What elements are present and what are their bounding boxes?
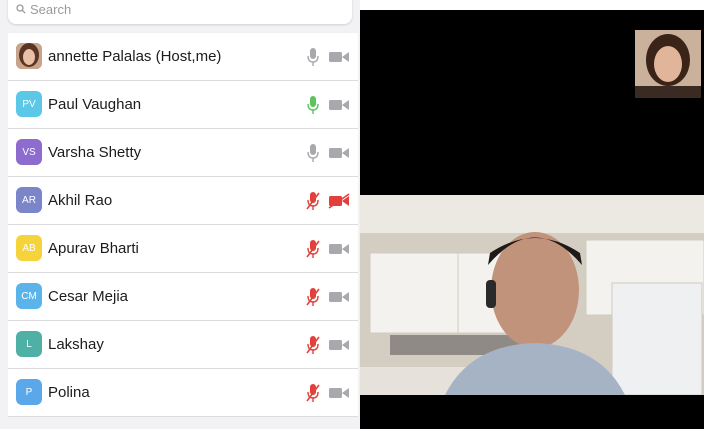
video-area: [360, 10, 704, 429]
avatar: PV: [16, 91, 42, 117]
participant-row[interactable]: L Lakshay: [8, 321, 358, 369]
video-camera-icon[interactable]: [328, 49, 350, 65]
mic-muted-icon[interactable]: [306, 335, 320, 355]
mic-muted-icon[interactable]: [306, 239, 320, 259]
avatar: L: [16, 331, 42, 357]
participant-name: annette Palalas (Host,me): [48, 48, 222, 65]
video-camera-icon[interactable]: [328, 145, 350, 161]
participant-name: Cesar Mejia: [48, 288, 129, 305]
mic-muted-icon[interactable]: [306, 191, 320, 211]
participant-row[interactable]: AB Apurav Bharti: [8, 225, 358, 273]
avatar-photo: [16, 43, 42, 69]
mic-muted-icon[interactable]: [306, 383, 320, 403]
video-camera-icon[interactable]: [328, 241, 350, 257]
participant-list: annette Palalas (Host,me) PV Paul Vaughan V…: [8, 33, 358, 417]
mic-icon[interactable]: [306, 143, 320, 163]
speaker-video-image: [360, 195, 704, 395]
participant-row[interactable]: VS Varsha Shetty: [8, 129, 358, 177]
participant-name: Akhil Rao: [48, 192, 113, 209]
video-camera-icon[interactable]: [328, 385, 350, 401]
mic-icon[interactable]: [306, 47, 320, 67]
participant-row[interactable]: CM Cesar Mejia: [8, 273, 358, 321]
video-camera-icon[interactable]: [328, 337, 350, 353]
avatar: AB: [16, 235, 42, 261]
search-placeholder: Search: [30, 2, 72, 17]
self-video-thumbnail[interactable]: [635, 30, 701, 98]
participant-name: Varsha Shetty: [48, 144, 142, 161]
avatar: VS: [16, 139, 42, 165]
avatar: CM: [16, 283, 42, 309]
search-bar[interactable]: Search: [8, 0, 352, 24]
participant-row[interactable]: annette Palalas (Host,me): [8, 33, 358, 81]
avatar: P: [16, 379, 42, 405]
video-camera-icon[interactable]: [328, 289, 350, 305]
participant-name: Apurav Bharti: [48, 240, 139, 257]
participant-name: Polina: [48, 384, 90, 401]
mic-muted-icon[interactable]: [306, 287, 320, 307]
participant-row[interactable]: PV Paul Vaughan: [8, 81, 358, 129]
mic-icon[interactable]: [306, 95, 320, 115]
video-camera-icon[interactable]: [328, 97, 350, 113]
search-icon: [16, 4, 26, 14]
self-video-image: [635, 30, 701, 98]
video-off-icon[interactable]: [328, 193, 350, 209]
participant-row[interactable]: AR Akhil Rao: [8, 177, 358, 225]
participant-name: Paul Vaughan: [48, 96, 142, 113]
participant-row[interactable]: P Polina: [8, 369, 358, 417]
participant-name: Lakshay: [48, 336, 104, 353]
active-speaker-video[interactable]: [360, 195, 704, 395]
avatar: AR: [16, 187, 42, 213]
participants-panel: Search annette Palalas (Host,me) PV Paul V…: [0, 0, 360, 429]
